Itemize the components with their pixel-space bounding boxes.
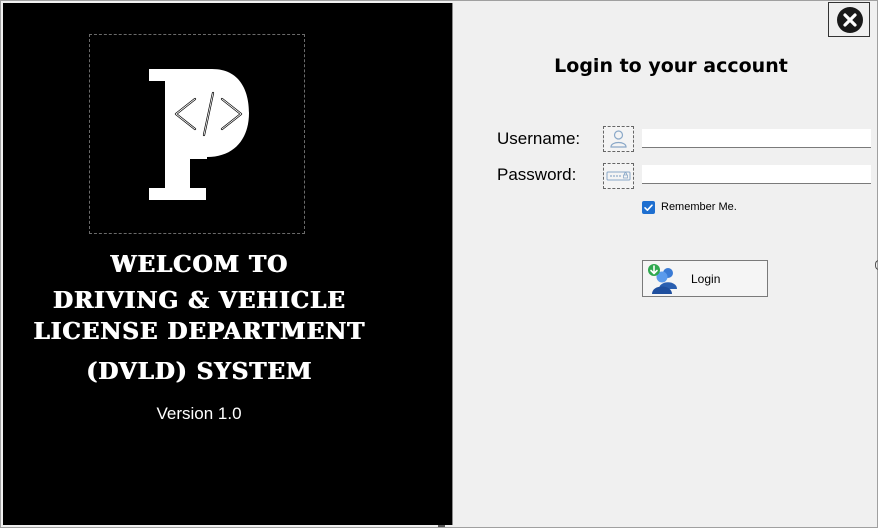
welcome-line-2: DRIVING & VEHICLE <box>52 287 346 314</box>
remember-me-label: Remember Me. <box>661 201 737 213</box>
remember-me-checkbox[interactable]: Remember Me. <box>642 199 737 215</box>
welcome-panel: WELCOM TO DRIVING & VEHICLE LICENSE DEPA… <box>3 3 453 525</box>
username-label: Username: <box>497 129 581 148</box>
password-input[interactable] <box>642 165 871 184</box>
close-button[interactable] <box>828 2 870 37</box>
bottom-marker <box>438 525 445 527</box>
close-icon <box>837 7 863 33</box>
login-users-icon <box>648 264 677 294</box>
login-title: Login to your account <box>554 55 788 77</box>
logo-p-code-icon <box>149 69 249 200</box>
welcome-line-1: WELCOM TO <box>110 251 288 278</box>
logo-picture-box <box>89 34 305 234</box>
welcome-line-3: LICENSE DEPARTMENT <box>33 318 365 345</box>
checkbox-checked-icon[interactable] <box>642 200 655 214</box>
password-icon <box>603 163 634 189</box>
username-input[interactable] <box>642 129 871 148</box>
welcome-line-4: (DVLD) SYSTEM <box>85 358 313 385</box>
password-label: Password: <box>497 165 577 184</box>
user-icon <box>603 126 634 152</box>
login-window: WELCOM TO DRIVING & VEHICLE LICENSE DEPA… <box>0 0 878 528</box>
login-button-label: Login <box>691 272 721 286</box>
login-button[interactable]: Login <box>642 260 768 297</box>
version-label: Version 1.0 <box>156 404 242 423</box>
